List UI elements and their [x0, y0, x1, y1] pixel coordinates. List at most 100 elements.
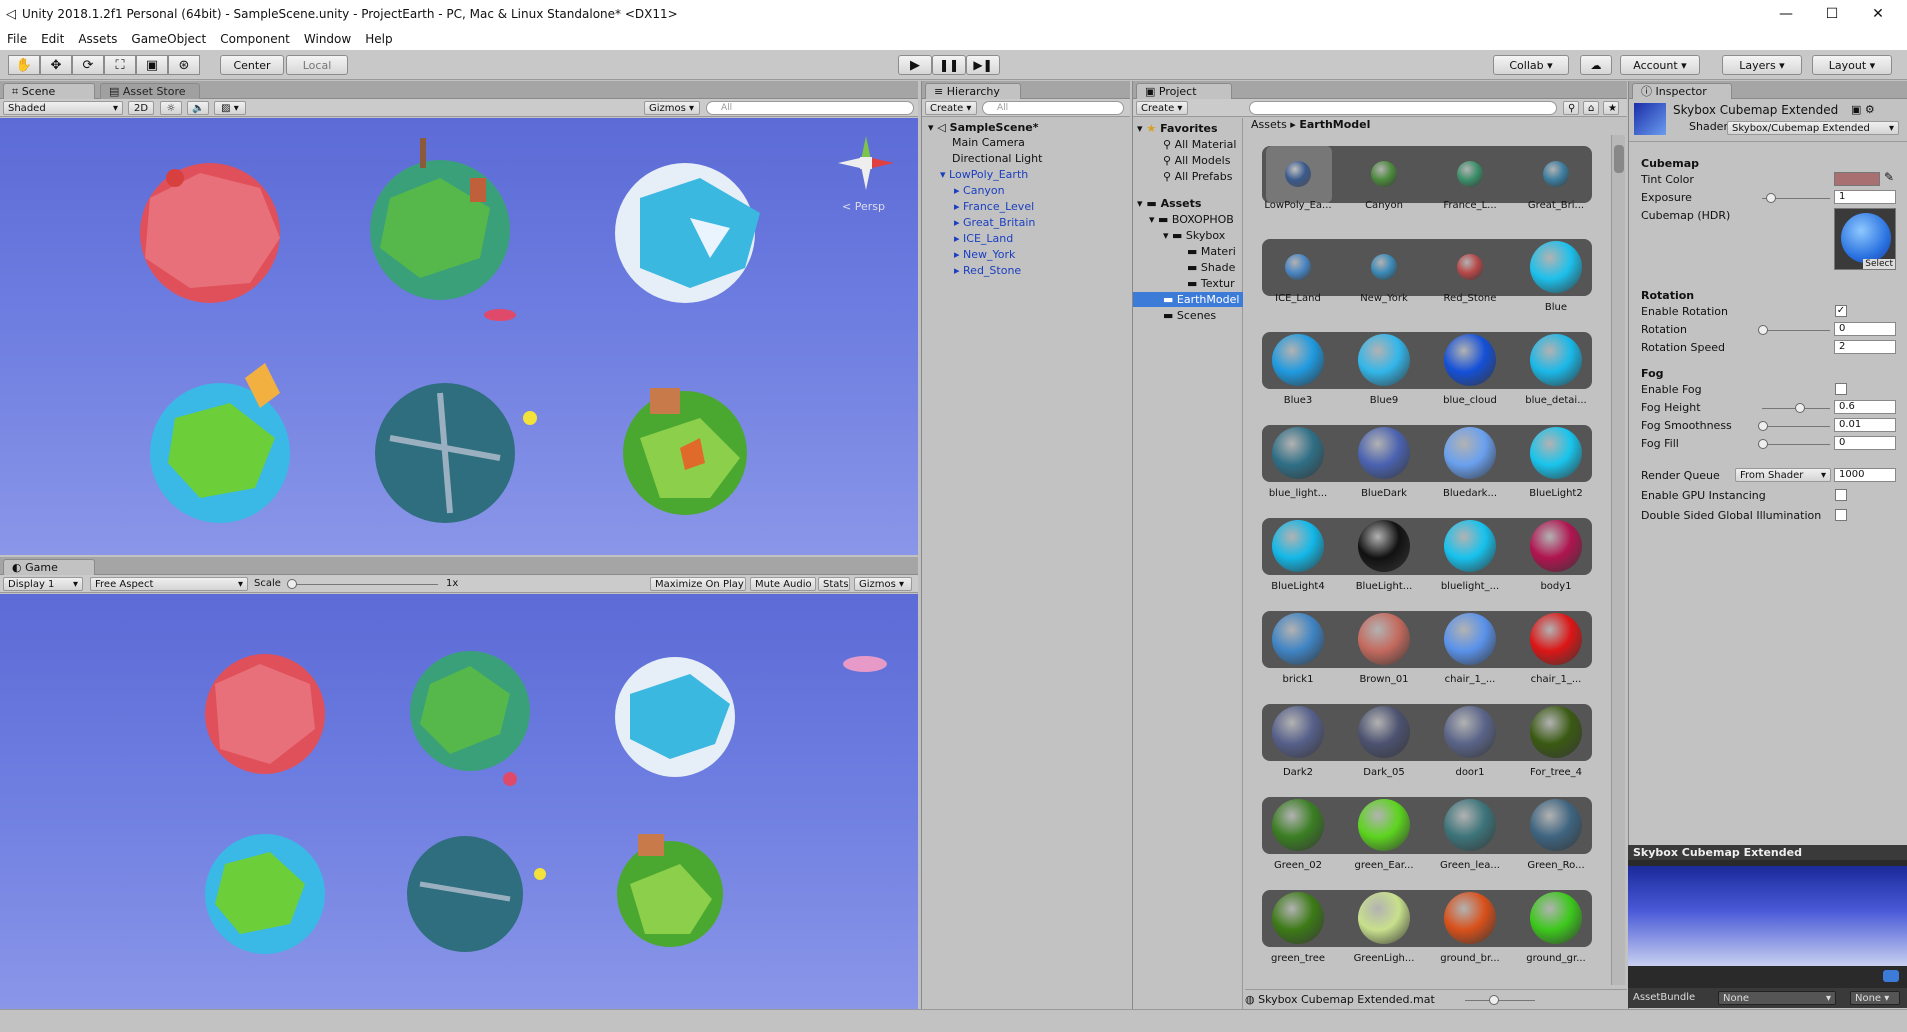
- project-asset-item[interactable]: BlueLight2: [1515, 427, 1597, 499]
- preview-title-bar[interactable]: Skybox Cubemap Extended: [1628, 845, 1907, 860]
- favorite-all-materials[interactable]: ⚲ All Material: [1163, 138, 1236, 151]
- pivot-local-button[interactable]: Local: [286, 55, 348, 75]
- favorites-node[interactable]: ▾ ★ Favorites: [1137, 122, 1218, 135]
- collab-button[interactable]: Collab ▾: [1493, 55, 1569, 75]
- planet-ice-land[interactable]: [615, 163, 760, 303]
- menu-help[interactable]: Help: [358, 32, 399, 46]
- display-dropdown[interactable]: Display 1 ▾: [3, 577, 83, 591]
- assetbundle-variant-dropdown[interactable]: None ▾: [1850, 991, 1900, 1005]
- effects-toggle-icon[interactable]: ▨ ▾: [214, 101, 246, 115]
- project-asset-item[interactable]: door1: [1429, 706, 1511, 778]
- enable-rotation-checkbox[interactable]: ✓: [1835, 305, 1847, 317]
- exposure-slider-knob[interactable]: [1766, 193, 1776, 203]
- stats-toggle[interactable]: Stats: [818, 577, 850, 591]
- cubemap-select-button[interactable]: Select: [1863, 259, 1895, 269]
- project-asset-item[interactable]: blue_cloud: [1429, 334, 1511, 406]
- menu-window[interactable]: Window: [297, 32, 358, 46]
- folder-earthmodel[interactable]: ▬ EarthModel: [1163, 293, 1239, 306]
- tab-hierarchy[interactable]: ≡ Hierarchy: [925, 83, 1021, 99]
- scene-gizmos-dropdown[interactable]: Gizmos ▾: [644, 101, 700, 115]
- cubemap-texture-slot[interactable]: Select: [1834, 208, 1896, 270]
- tab-inspector[interactable]: ⓘ Inspector: [1632, 83, 1732, 99]
- layout-button[interactable]: Layout ▾: [1812, 55, 1892, 75]
- material-settings-icon[interactable]: ▣ ⚙: [1851, 103, 1875, 116]
- step-icon[interactable]: ▶❚: [966, 55, 1000, 75]
- account-button[interactable]: Account ▾: [1620, 55, 1700, 75]
- project-asset-item[interactable]: ground_br...: [1429, 892, 1511, 964]
- rotation-input[interactable]: 0: [1834, 322, 1896, 336]
- mute-audio-toggle[interactable]: Mute Audio: [750, 577, 816, 591]
- hierarchy-item-new-york[interactable]: ▸ New_York: [954, 248, 1015, 261]
- planet-red-stone[interactable]: [140, 163, 280, 303]
- folder-shaders[interactable]: ▬ Shade: [1187, 261, 1235, 274]
- lighting-toggle-icon[interactable]: ☼: [160, 101, 182, 115]
- project-asset-item[interactable]: ICE_Land: [1257, 241, 1339, 304]
- planet-new-york[interactable]: [375, 383, 537, 523]
- scene-viewport[interactable]: < Persp: [0, 118, 918, 555]
- breadcrumb-root[interactable]: Assets: [1251, 118, 1287, 131]
- fog-smoothness-slider-knob[interactable]: [1758, 421, 1768, 431]
- minimize-icon[interactable]: —: [1763, 0, 1809, 28]
- scale-tool-icon[interactable]: ⛶: [104, 55, 136, 75]
- fog-fill-slider[interactable]: [1762, 444, 1830, 445]
- project-asset-item[interactable]: bluelight_...: [1429, 520, 1511, 592]
- project-asset-item[interactable]: BlueLight4: [1257, 520, 1339, 592]
- move-tool-icon[interactable]: ✥: [40, 55, 72, 75]
- project-asset-item[interactable]: blue_light...: [1257, 427, 1339, 499]
- shading-mode-dropdown[interactable]: Shaded ▾: [3, 101, 123, 115]
- tab-game[interactable]: ◐ Game: [3, 559, 95, 575]
- project-asset-item[interactable]: Red_Stone: [1429, 241, 1511, 304]
- folder-skybox[interactable]: ▾ ▬ Skybox: [1163, 229, 1225, 242]
- cloud-icon[interactable]: ☁: [1580, 55, 1612, 75]
- folder-boxophobic[interactable]: ▾ ▬ BOXOPHOB: [1149, 213, 1234, 226]
- scene-orientation-gizmo[interactable]: [836, 128, 906, 198]
- exposure-input[interactable]: 1: [1834, 190, 1896, 204]
- transform-tool-icon[interactable]: ⊛: [168, 55, 200, 75]
- hierarchy-search-input[interactable]: All: [982, 101, 1124, 115]
- menu-gameobject[interactable]: GameObject: [124, 32, 213, 46]
- preview-toggle-icon[interactable]: [1883, 970, 1899, 982]
- hierarchy-item-ice-land[interactable]: ▸ ICE_Land: [954, 232, 1013, 245]
- filter-label-icon[interactable]: ⌂: [1583, 101, 1599, 115]
- pause-icon[interactable]: ❚❚: [932, 55, 966, 75]
- rect-tool-icon[interactable]: ▣: [136, 55, 168, 75]
- game-viewport[interactable]: [0, 594, 918, 1009]
- project-asset-item[interactable]: ground_gr...: [1515, 892, 1597, 964]
- hierarchy-item-red-stone[interactable]: ▸ Red_Stone: [954, 264, 1021, 277]
- project-asset-item[interactable]: LowPoly_Ea...: [1257, 148, 1339, 211]
- project-asset-item[interactable]: Dark2: [1257, 706, 1339, 778]
- project-asset-item[interactable]: chair_1_...: [1515, 613, 1597, 685]
- project-asset-item[interactable]: Canyon: [1343, 148, 1425, 211]
- maximize-on-play-toggle[interactable]: Maximize On Play: [650, 577, 746, 591]
- tab-scene[interactable]: ⌗ Scene: [3, 83, 95, 99]
- tint-color-swatch[interactable]: [1834, 172, 1880, 186]
- project-asset-item[interactable]: body1: [1515, 520, 1597, 592]
- icon-size-slider-knob[interactable]: [1489, 995, 1499, 1005]
- project-asset-item[interactable]: chair_1_...: [1429, 613, 1511, 685]
- preview-area[interactable]: [1628, 860, 1907, 988]
- rotation-speed-input[interactable]: 2: [1834, 340, 1896, 354]
- project-asset-item[interactable]: Green_lea...: [1429, 799, 1511, 871]
- project-asset-item[interactable]: brick1: [1257, 613, 1339, 685]
- fog-height-slider-knob[interactable]: [1795, 403, 1805, 413]
- render-queue-input[interactable]: 1000: [1834, 468, 1896, 482]
- folder-materials[interactable]: ▬ Materi: [1187, 245, 1236, 258]
- project-asset-item[interactable]: Green_02: [1257, 799, 1339, 871]
- scale-slider-knob[interactable]: [287, 579, 297, 589]
- gpu-instancing-checkbox[interactable]: [1835, 489, 1847, 501]
- aspect-dropdown[interactable]: Free Aspect ▾: [90, 577, 248, 591]
- project-asset-item[interactable]: green_tree: [1257, 892, 1339, 964]
- favorite-all-models[interactable]: ⚲ All Models: [1163, 154, 1230, 167]
- breadcrumb-current[interactable]: EarthModel: [1299, 118, 1370, 131]
- favorite-star-icon[interactable]: ★: [1603, 101, 1619, 115]
- project-asset-item[interactable]: Green_Ro...: [1515, 799, 1597, 871]
- hierarchy-item-canyon[interactable]: ▸ Canyon: [954, 184, 1005, 197]
- mode-2d-toggle[interactable]: 2D: [128, 101, 154, 115]
- project-asset-item[interactable]: BlueDark: [1343, 427, 1425, 499]
- icon-size-slider[interactable]: [1465, 1000, 1535, 1001]
- scene-root-item[interactable]: ▾ ◁ SampleScene*: [928, 121, 1039, 134]
- assetbundle-dropdown[interactable]: None ▾: [1718, 991, 1836, 1005]
- pivot-center-button[interactable]: Center: [220, 55, 284, 75]
- project-asset-item[interactable]: Blue9: [1343, 334, 1425, 406]
- game-gizmos-dropdown[interactable]: Gizmos ▾: [854, 577, 912, 591]
